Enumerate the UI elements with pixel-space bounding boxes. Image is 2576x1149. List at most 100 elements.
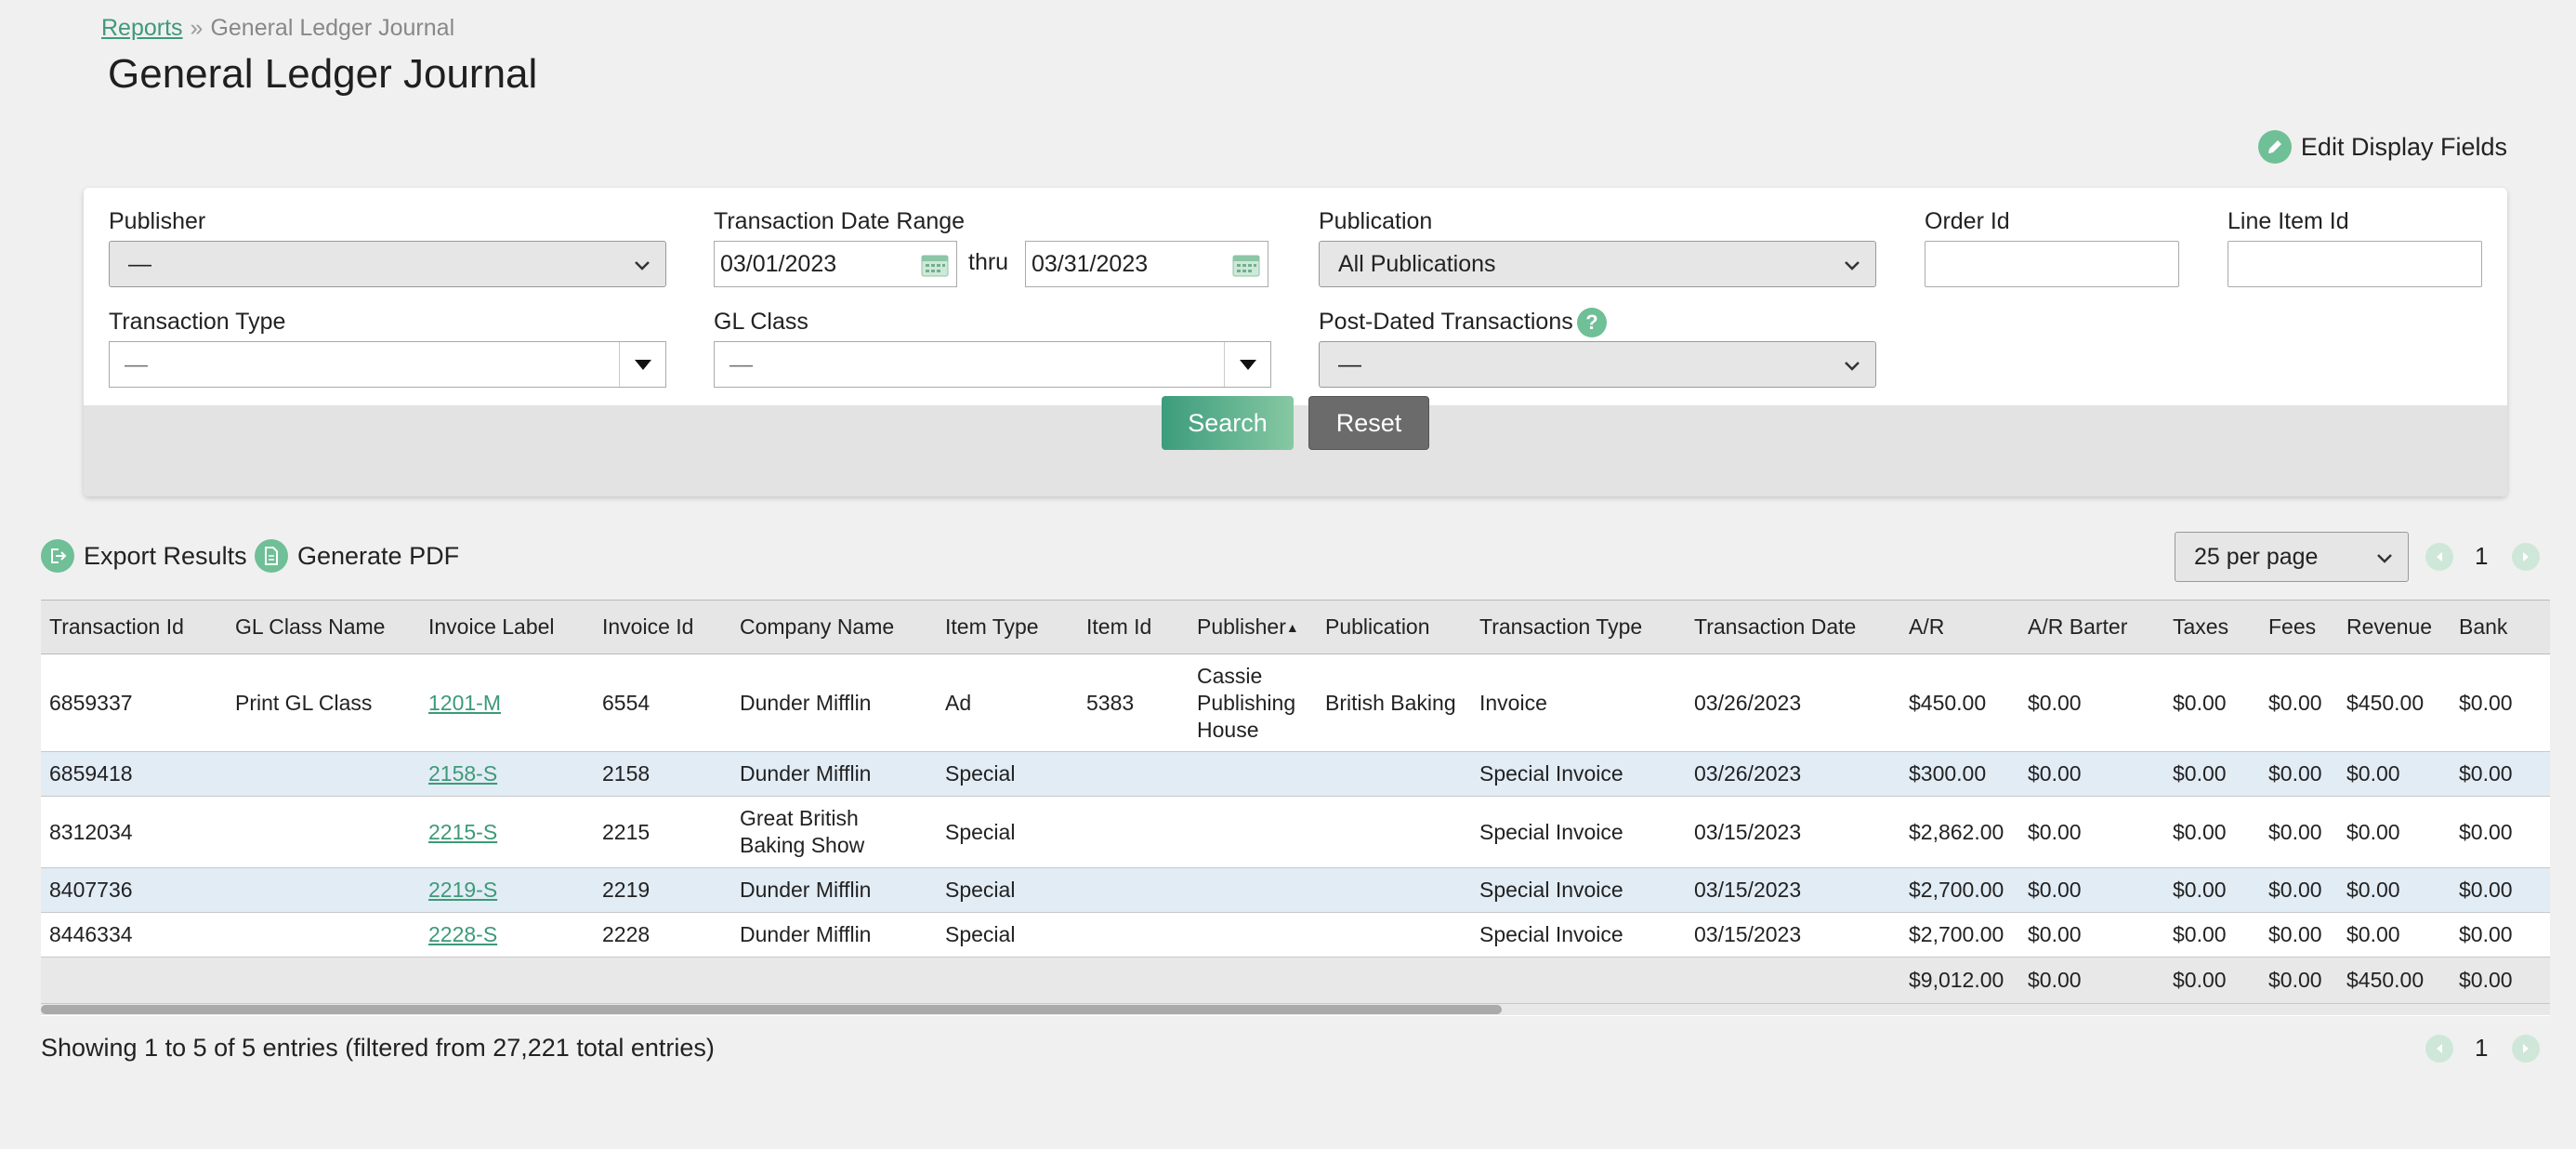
total-cell: [1686, 957, 1900, 1004]
horizontal-scrollbar[interactable]: [41, 1004, 2550, 1015]
table-row: 8407736 2219-S 2219 Dunder Mifflin Speci…: [41, 867, 2550, 913]
table-cell: Special: [937, 867, 1078, 913]
ledger-table: Transaction Id GL Class Name Invoice Lab…: [41, 600, 2550, 1004]
total-cell: [1078, 957, 1189, 1004]
breadcrumb-reports-link[interactable]: Reports: [101, 15, 183, 41]
publisher-label: Publisher: [109, 208, 206, 234]
transaction-type-label: Transaction Type: [109, 309, 286, 335]
table-header-row: Transaction Id GL Class Name Invoice Lab…: [41, 600, 2550, 654]
table-cell: Dunder Mifflin: [731, 867, 937, 913]
column-header[interactable]: Company Name: [731, 600, 937, 654]
transaction-type-select[interactable]: —: [109, 341, 666, 388]
next-page-icon[interactable]: [2512, 543, 2540, 571]
table-cell: 8312034: [41, 796, 227, 868]
generate-pdf-button[interactable]: Generate PDF: [255, 539, 459, 573]
filter-panel-footer: [84, 405, 2507, 496]
table-cell: Cassie Publishing House: [1189, 654, 1317, 752]
column-header[interactable]: A/R Barter: [2019, 600, 2164, 654]
breadcrumb-separator: »: [190, 15, 204, 41]
calendar-icon[interactable]: [921, 253, 949, 277]
publication-select[interactable]: All Publications: [1319, 241, 1876, 287]
table-cell: Special Invoice: [1471, 796, 1686, 868]
export-results-button[interactable]: Export Results: [41, 539, 247, 573]
table-cell: $0.00: [2451, 912, 2550, 958]
invoice-link[interactable]: 2215-S: [428, 820, 497, 844]
scrollbar-thumb[interactable]: [41, 1005, 1502, 1014]
reset-button[interactable]: Reset: [1308, 396, 1429, 450]
invoice-link[interactable]: 2228-S: [428, 922, 497, 946]
next-page-icon[interactable]: [2512, 1035, 2540, 1063]
dropdown-arrow-icon[interactable]: [1224, 342, 1270, 387]
chevron-down-icon: [1845, 362, 1860, 371]
column-header-sorted[interactable]: Publisher▲: [1189, 600, 1317, 654]
column-header[interactable]: Bank: [2451, 600, 2550, 654]
table-cell: $0.00: [2451, 796, 2550, 868]
table-cell: [1078, 867, 1189, 913]
table-cell: [1189, 751, 1317, 797]
column-header[interactable]: GL Class Name: [227, 600, 420, 654]
date-from-input[interactable]: 03/01/2023: [714, 241, 957, 287]
table-cell: [1078, 912, 1189, 958]
line-item-id-input[interactable]: [2228, 241, 2482, 287]
order-id-input[interactable]: [1925, 241, 2179, 287]
column-header[interactable]: A/R: [1900, 600, 2019, 654]
table-cell: 2219: [594, 867, 731, 913]
table-cell: 03/26/2023: [1686, 751, 1900, 797]
table-cell: [227, 751, 420, 797]
table-cell: 5383: [1078, 654, 1189, 752]
publisher-value: —: [128, 250, 151, 277]
total-cell: $450.00: [2338, 957, 2451, 1004]
edit-display-fields-button[interactable]: Edit Display Fields: [2257, 130, 2507, 164]
table-cell: $0.00: [2164, 654, 2260, 752]
column-header[interactable]: Revenue: [2338, 600, 2451, 654]
date-from-value: 03/01/2023: [720, 250, 837, 277]
table-cell: $0.00: [2260, 796, 2338, 868]
table-cell: Dunder Mifflin: [731, 751, 937, 797]
gl-class-select[interactable]: —: [714, 341, 1271, 388]
post-dated-select[interactable]: —: [1319, 341, 1876, 388]
table-cell: $2,700.00: [1900, 867, 2019, 913]
table-cell: [1078, 751, 1189, 797]
column-header[interactable]: Transaction Type: [1471, 600, 1686, 654]
publication-value: All Publications: [1338, 250, 1496, 277]
column-header[interactable]: Publication: [1317, 600, 1471, 654]
prev-page-icon[interactable]: [2425, 1035, 2453, 1063]
help-icon[interactable]: ?: [1577, 308, 1607, 337]
post-dated-value: —: [1338, 350, 1361, 377]
calendar-icon[interactable]: [1232, 253, 1260, 277]
pdf-icon: [255, 539, 288, 573]
table-cell: [1317, 867, 1471, 913]
table-cell: 03/15/2023: [1686, 796, 1900, 868]
invoice-link[interactable]: 2158-S: [428, 761, 497, 786]
column-header[interactable]: Transaction Id: [41, 600, 227, 654]
transaction-type-value: —: [125, 350, 148, 377]
table-row: 8312034 2215-S 2215 Great British Baking…: [41, 796, 2550, 868]
total-cell: [1317, 957, 1471, 1004]
dropdown-arrow-icon[interactable]: [619, 342, 665, 387]
total-cell: [594, 957, 731, 1004]
column-header[interactable]: Item Type: [937, 600, 1078, 654]
column-header[interactable]: Taxes: [2164, 600, 2260, 654]
total-cell: [937, 957, 1078, 1004]
invoice-link[interactable]: 1201-M: [428, 691, 501, 715]
publisher-select[interactable]: —: [109, 241, 666, 287]
table-cell: 1201-M: [420, 654, 594, 752]
column-header[interactable]: Item Id: [1078, 600, 1189, 654]
prev-page-icon[interactable]: [2425, 543, 2453, 571]
table-cell: $2,862.00: [1900, 796, 2019, 868]
invoice-link[interactable]: 2219-S: [428, 878, 497, 902]
column-header[interactable]: Fees: [2260, 600, 2338, 654]
total-cell: $0.00: [2260, 957, 2338, 1004]
column-header[interactable]: Invoice Label: [420, 600, 594, 654]
table-cell: [1189, 912, 1317, 958]
column-header[interactable]: Invoice Id: [594, 600, 731, 654]
per-page-select[interactable]: 25 per page: [2175, 532, 2409, 582]
table-cell: Invoice: [1471, 654, 1686, 752]
search-button[interactable]: Search: [1162, 396, 1294, 450]
table-cell: Dunder Mifflin: [731, 912, 937, 958]
chevron-down-icon: [635, 261, 650, 271]
chevron-down-icon: [2377, 554, 2392, 563]
date-to-value: 03/31/2023: [1032, 250, 1149, 277]
date-to-input[interactable]: 03/31/2023: [1025, 241, 1268, 287]
column-header[interactable]: Transaction Date: [1686, 600, 1900, 654]
